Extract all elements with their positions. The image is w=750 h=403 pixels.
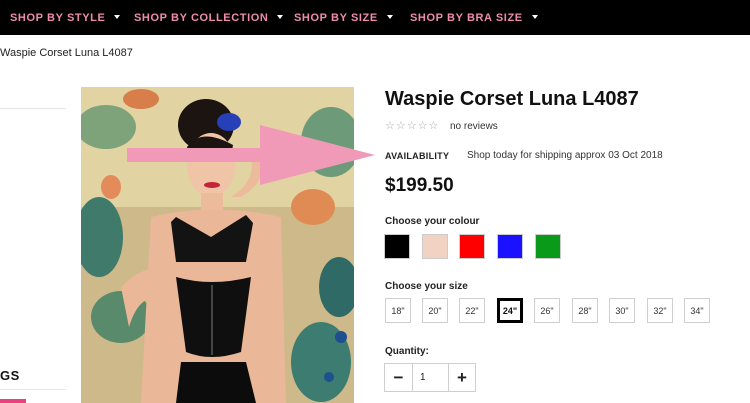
nav-shop-by-style[interactable]: SHOP BY STYLE xyxy=(10,0,121,35)
quantity-input[interactable] xyxy=(414,364,448,391)
availability-value: Shop today for shipping approx 03 Oct 20… xyxy=(467,150,663,161)
size-option-selected[interactable]: 24" xyxy=(497,298,523,323)
quantity-increase-button[interactable]: + xyxy=(448,364,475,391)
star-empty-icon: ☆ xyxy=(385,120,395,132)
nav-shop-by-bra-size[interactable]: SHOP BY BRA SIZE xyxy=(410,0,538,35)
size-label: Choose your size xyxy=(385,281,468,292)
size-option[interactable]: 22" xyxy=(459,298,485,323)
colour-swatch-blue[interactable] xyxy=(497,234,523,259)
star-rating[interactable]: ☆ ☆ ☆ ☆ ☆ xyxy=(385,120,438,132)
caret-down-icon xyxy=(531,15,538,19)
size-option[interactable]: 20" xyxy=(422,298,448,323)
sidebar-accent-bar xyxy=(0,399,26,403)
sidebar-divider xyxy=(0,108,66,109)
size-option[interactable]: 34" xyxy=(684,298,710,323)
size-option[interactable]: 28" xyxy=(572,298,598,323)
star-empty-icon: ☆ xyxy=(428,120,439,132)
colour-label: Choose your colour xyxy=(385,216,480,227)
nav-label: SHOP BY BRA SIZE xyxy=(410,12,523,24)
nav-label: SHOP BY STYLE xyxy=(10,12,106,24)
nav-label: SHOP BY COLLECTION xyxy=(134,12,269,24)
product-photo-illustration xyxy=(81,87,354,403)
caret-down-icon xyxy=(277,15,284,19)
colour-swatch-green[interactable] xyxy=(535,234,561,259)
star-empty-icon: ☆ xyxy=(406,120,417,132)
size-option[interactable]: 18" xyxy=(385,298,411,323)
top-navigation: SHOP BY STYLE SHOP BY COLLECTION SHOP BY… xyxy=(0,0,750,35)
caret-down-icon xyxy=(386,15,393,19)
nav-shop-by-collection[interactable]: SHOP BY COLLECTION xyxy=(134,0,284,35)
caret-down-icon xyxy=(114,15,121,19)
product-price: $199.50 xyxy=(385,175,454,196)
product-photo[interactable] xyxy=(81,87,354,403)
nav-label: SHOP BY SIZE xyxy=(294,12,378,24)
reviews-link[interactable]: no reviews xyxy=(450,121,498,132)
size-option[interactable]: 26" xyxy=(534,298,560,323)
product-title: Waspie Corset Luna L4087 xyxy=(385,88,639,110)
quantity-label: Quantity: xyxy=(385,346,429,357)
breadcrumb[interactable]: Waspie Corset Luna L4087 xyxy=(0,47,133,59)
sidebar-heading: GS xyxy=(0,368,20,383)
size-option[interactable]: 30" xyxy=(609,298,635,323)
star-empty-icon: ☆ xyxy=(395,120,406,132)
quantity-decrease-button[interactable]: − xyxy=(385,364,413,391)
size-option[interactable]: 32" xyxy=(647,298,673,323)
availability-label: AVAILABILITY xyxy=(385,151,450,161)
quantity-stepper: − + xyxy=(384,363,476,392)
nav-shop-by-size[interactable]: SHOP BY SIZE xyxy=(294,0,393,35)
star-empty-icon: ☆ xyxy=(417,120,428,132)
colour-swatch-nude[interactable] xyxy=(422,234,448,259)
colour-swatch-black[interactable] xyxy=(384,234,410,259)
sidebar-divider xyxy=(0,389,66,390)
colour-swatch-red[interactable] xyxy=(459,234,485,259)
